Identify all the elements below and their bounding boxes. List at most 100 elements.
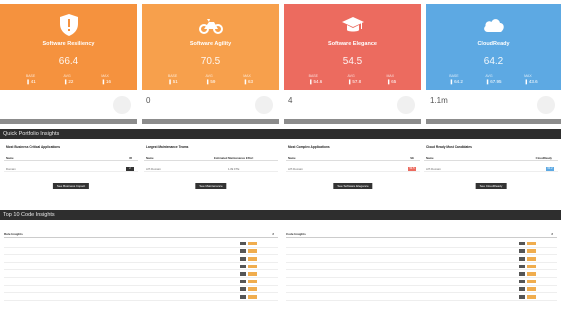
metric-avg: AVG67.95 (485, 74, 501, 90)
quick-table-row[interactable]: AIT-Domain 1.8k FTE (144, 166, 278, 172)
quick-table-row[interactable]: AIT-Domain 64.2 (424, 166, 558, 172)
stat-tile[interactable]: 4 (284, 92, 421, 126)
header-cell: Estimated Maintenance Effort (214, 156, 254, 160)
card-title: Software Resiliency (42, 41, 95, 47)
card-software-agility[interactable]: Software Agility 70.5 BASE51 AVG59 MAX63 (142, 4, 279, 90)
table-row[interactable] (286, 263, 557, 271)
quick-table-header: Name CloudReady (424, 156, 558, 161)
table-row[interactable] (286, 255, 557, 263)
metric-label: MAX (243, 74, 251, 78)
metric-label: BASE (308, 74, 318, 78)
see-maintenance-button[interactable]: See Maintenance (195, 183, 227, 189)
table-row[interactable] (4, 278, 278, 286)
count-badge (248, 272, 257, 276)
header-cell: Name (288, 156, 296, 160)
severity-badge (240, 272, 246, 276)
metric-value: 54.6 (309, 79, 322, 84)
table-row[interactable] (286, 293, 557, 301)
stat-footer-bar[interactable] (426, 119, 561, 124)
card-score: 64.2 (483, 56, 504, 67)
metric-base: BASE51 (168, 74, 178, 90)
header-hash: # (272, 232, 274, 236)
quick-col-business: Most Business Critical Applications Name… (2, 142, 140, 200)
quick-table-header: Name SE (286, 156, 420, 161)
see-business-impact-button[interactable]: See Business Impact (52, 183, 90, 189)
stat-tile[interactable]: 1.1m (426, 92, 561, 126)
stat-footer-bar[interactable] (284, 119, 421, 124)
metric-base: BASE64.2 (449, 74, 463, 90)
table-row[interactable] (286, 240, 557, 248)
stat-ghost-icon (113, 96, 131, 114)
see-software-elegance-button[interactable]: See Software Elegance (333, 183, 373, 189)
row-cell: AIT-Domain (146, 167, 161, 171)
rule-insights-table: Rule Insights # (0, 232, 282, 320)
row-cell: AIT-Domain (426, 167, 441, 171)
stat-value: 0 (146, 96, 151, 105)
table-row[interactable] (286, 248, 557, 256)
card-score: 70.5 (200, 56, 221, 67)
count-badge (527, 294, 536, 299)
metric-label: BASE (25, 74, 36, 78)
metric-value: 41 (26, 79, 36, 84)
metric-label: AVG (347, 74, 355, 78)
count-badge (527, 287, 536, 291)
row-badge: 64.2 (546, 166, 554, 171)
table-row[interactable] (4, 255, 278, 263)
table-row[interactable] (4, 293, 278, 301)
row-badge: 2 (126, 166, 134, 171)
count-badge (248, 264, 257, 269)
quick-insights: Most Business Critical Applications Name… (0, 142, 561, 200)
metric-max: MAX65 (386, 74, 396, 90)
metric-value: 65 (386, 79, 396, 84)
severity-badge (519, 249, 525, 253)
count-badge (248, 294, 257, 299)
metric-label: BASE (449, 74, 459, 78)
severity-badge (240, 241, 246, 246)
stat-ghost-icon (255, 96, 273, 114)
header-cell: Name (146, 156, 154, 160)
see-cloudready-button[interactable]: See CloudReady (475, 183, 507, 189)
quick-table-header: Name IR (4, 156, 138, 161)
table-row[interactable] (4, 240, 278, 248)
stat-footer-bar[interactable] (142, 119, 279, 124)
graduation-cap-icon (340, 12, 366, 38)
metric-value: 67.95 (485, 79, 501, 84)
count-badge (248, 249, 257, 253)
severity-badge (240, 279, 246, 284)
table-row[interactable] (286, 270, 557, 278)
quick-table-row[interactable]: Domain 2 (4, 166, 138, 172)
header-title: Rule Insights (4, 232, 23, 236)
card-title: Software Elegance (328, 41, 377, 47)
metric-avg: AVG22 (64, 74, 74, 90)
table-header: Code Insights # (286, 232, 557, 238)
quick-col-maintenance: Largest Maintenance Teams Name Estimated… (142, 142, 280, 200)
table-row[interactable] (286, 278, 557, 286)
card-software-elegance[interactable]: Software Elegance 54.5 BASE54.6 AVG57.8 … (284, 4, 421, 90)
cloud-icon (481, 12, 507, 38)
quick-table-row[interactable]: AIT-Domain 54.5 (286, 166, 420, 172)
count-badge (527, 264, 536, 269)
count-badge (527, 249, 536, 253)
card-cloudready[interactable]: CloudReady 64.2 BASE64.2 AVG67.95 MAX43.… (426, 4, 561, 90)
stat-tiles: 0 4 1.1m (0, 92, 561, 126)
severity-badge (519, 294, 525, 299)
card-software-resiliency[interactable]: Software Resiliency 66.4 BASE41 AVG22 MA… (0, 4, 137, 90)
card-metrics: BASE64.2 AVG67.95 MAX43.6 (426, 74, 561, 90)
stat-footer-bar[interactable] (0, 119, 137, 124)
metric-label: AVG (205, 74, 213, 78)
card-score: 66.4 (58, 56, 79, 67)
stat-tile[interactable]: 0 (142, 92, 279, 126)
metric-value: 63 (243, 79, 253, 84)
header-cell: CloudReady (535, 156, 552, 160)
metric-label: MAX (524, 74, 532, 78)
quick-title: Cloud Ready Most Candidates (426, 145, 472, 149)
metric-label: AVG (63, 74, 71, 78)
table-row[interactable] (286, 286, 557, 294)
table-row[interactable] (4, 286, 278, 294)
metric-label: AVG (485, 74, 493, 78)
table-row[interactable] (4, 263, 278, 271)
table-row[interactable] (4, 248, 278, 256)
quick-title: Largest Maintenance Teams (146, 145, 189, 149)
table-row[interactable] (4, 270, 278, 278)
stat-tile[interactable] (0, 92, 137, 126)
